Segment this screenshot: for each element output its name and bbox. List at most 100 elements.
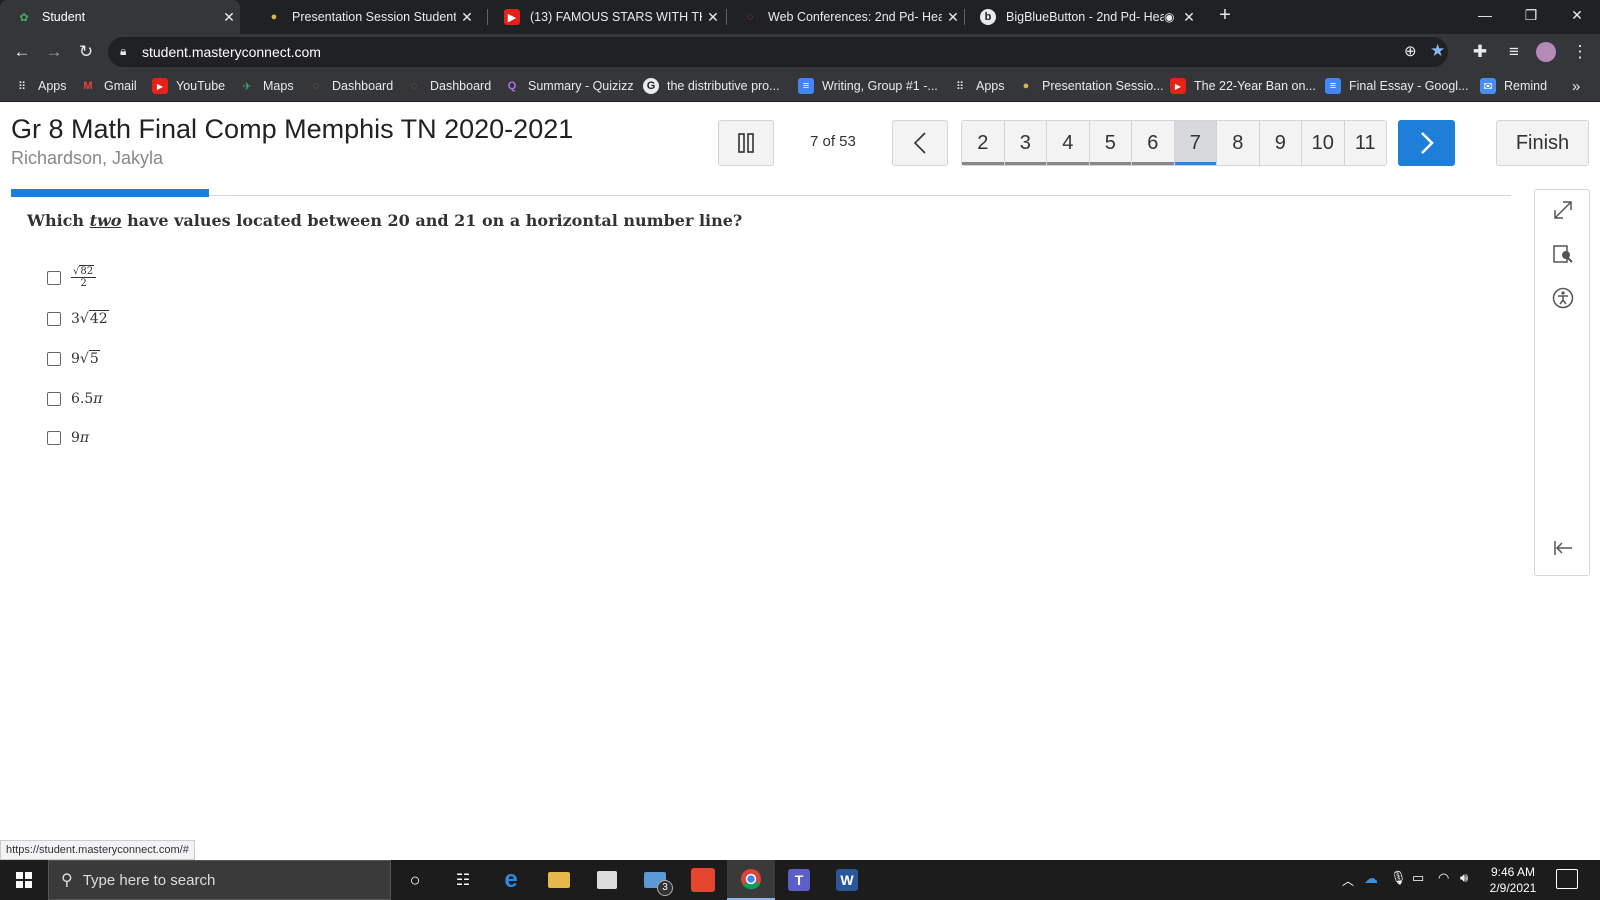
tab-youtube[interactable]: ▶ (13) FAMOUS STARS WITH THEIR ✕ xyxy=(488,0,724,34)
battery-icon[interactable]: ▭ xyxy=(1412,870,1424,886)
search-icon: ⚲ xyxy=(61,872,73,889)
forward-icon[interactable]: → xyxy=(40,38,68,66)
bookmark-remind[interactable]: ✉ Remind xyxy=(1480,70,1547,102)
bookmark-youtube[interactable]: ▶ YouTube xyxy=(152,70,225,102)
bookmarks-bar: ⠿ Apps M Gmail ▶ YouTube ✈ Maps ◌ Dashboard ◌… xyxy=(0,70,1600,102)
close-tab-icon[interactable]: ✕ xyxy=(218,9,240,26)
question-text: Which two have values located between 20… xyxy=(27,211,743,230)
bookmark-maps[interactable]: ✈ Maps xyxy=(239,70,293,102)
onedrive-icon[interactable]: ☁ xyxy=(1364,870,1378,887)
pause-button[interactable] xyxy=(718,120,774,166)
page-title: Gr 8 Math Final Comp Memphis TN 2020-202… xyxy=(11,114,574,144)
menu-kebab-icon[interactable]: ⋮ xyxy=(1566,38,1594,66)
tray-overflow-icon[interactable]: ︿ xyxy=(1342,872,1354,889)
answer-choice[interactable]: 9√5 xyxy=(47,350,100,367)
chrome-icon[interactable] xyxy=(727,860,775,900)
expand-icon[interactable] xyxy=(1549,196,1577,224)
answer-checkbox[interactable] xyxy=(47,352,61,366)
answer-checkbox[interactable] xyxy=(47,270,61,285)
mail-icon[interactable]: 3 xyxy=(631,860,679,900)
page-button-3[interactable]: 3 xyxy=(1004,121,1047,165)
tab-title: Student xyxy=(42,10,86,24)
answer-checkbox[interactable] xyxy=(47,312,61,326)
bookmark-presentation[interactable]: ● Presentation Sessio... xyxy=(1018,70,1164,102)
edge-icon[interactable]: e xyxy=(487,860,535,900)
bookmarks-overflow-icon[interactable]: » xyxy=(1572,70,1580,102)
canvas-icon: ◌ xyxy=(312,80,320,92)
minimize-icon[interactable]: — xyxy=(1462,0,1508,30)
answer-choice[interactable]: 6.5π xyxy=(47,391,102,407)
accessibility-icon[interactable] xyxy=(1549,284,1577,312)
answer-choice[interactable]: 3√42 xyxy=(47,310,109,327)
emphasized-word: two xyxy=(89,211,122,230)
bookmark-distributive[interactable]: Gthe distributive pro... xyxy=(643,70,780,102)
media-control-icon[interactable]: ≡ xyxy=(1500,38,1528,66)
task-view-icon[interactable]: ☷ xyxy=(439,860,487,900)
bookmark-dashboard-2[interactable]: ◌ Dashboard xyxy=(406,70,491,102)
page-button-9[interactable]: 9 xyxy=(1260,121,1302,165)
store-icon[interactable] xyxy=(583,860,631,900)
remind-icon: ✉ xyxy=(1480,78,1496,94)
windows-start-icon[interactable] xyxy=(0,860,48,900)
close-tab-icon[interactable]: ✕ xyxy=(456,9,478,26)
tab-presentation[interactable]: ● Presentation Session Student ✕ xyxy=(250,0,478,34)
apps-grid-icon: ⠿ xyxy=(17,80,27,93)
page-button-6[interactable]: 6 xyxy=(1132,121,1175,165)
bookmark-quizizz[interactable]: Q Summary - Quizizz xyxy=(504,70,634,102)
previous-button[interactable] xyxy=(892,120,948,166)
back-icon[interactable]: ← xyxy=(8,38,36,66)
zoom-icon[interactable]: ⊕ xyxy=(1404,42,1417,60)
tab-web-conferences[interactable]: ◌ Web Conferences: 2nd Pd- Health ✕ xyxy=(726,0,964,34)
next-button[interactable] xyxy=(1398,120,1455,166)
notifications-icon[interactable] xyxy=(1556,869,1578,889)
tab-bigbluebutton[interactable]: b BigBlueButton - 2nd Pd- Hea ◉ ✕ xyxy=(964,0,1200,34)
collapse-panel-icon[interactable] xyxy=(1549,534,1577,562)
bookmark-star-icon[interactable]: ★ xyxy=(1430,41,1445,61)
answer-checkbox[interactable] xyxy=(47,392,61,406)
page-button-7[interactable]: 7 xyxy=(1174,121,1217,165)
page-button-4[interactable]: 4 xyxy=(1047,121,1090,165)
file-explorer-icon[interactable] xyxy=(535,860,583,900)
close-tab-icon[interactable]: ✕ xyxy=(702,9,724,26)
page-button-5[interactable]: 5 xyxy=(1089,121,1132,165)
tab-student[interactable]: ✿ Student ✕ xyxy=(0,0,240,34)
wifi-icon[interactable]: ◠ xyxy=(1438,870,1449,886)
teams-icon[interactable]: T xyxy=(775,860,823,900)
bookmark-final-essay[interactable]: ≡ Final Essay - Googl... xyxy=(1325,70,1469,102)
answer-checkbox[interactable] xyxy=(47,431,61,445)
close-window-icon[interactable]: ✕ xyxy=(1554,0,1600,30)
bookmark-writing[interactable]: ≡ Writing, Group #1 -... xyxy=(798,70,938,102)
progress-track xyxy=(11,195,1511,196)
page-button-11[interactable]: 11 xyxy=(1345,121,1387,165)
magnifier-icon[interactable] xyxy=(1549,240,1577,268)
taskbar-clock[interactable]: 9:46 AM 2/9/2021 xyxy=(1478,864,1548,896)
page-button-10[interactable]: 10 xyxy=(1302,121,1345,165)
close-tab-icon[interactable]: ✕ xyxy=(1178,9,1200,26)
canvas-app-icon[interactable] xyxy=(679,860,727,900)
bookmark-apps-2[interactable]: ⠿ Apps xyxy=(952,70,1005,102)
volume-icon[interactable]: 🔊︎ xyxy=(1460,870,1468,886)
apps-grid-icon: ⠿ xyxy=(955,80,965,93)
new-tab-icon[interactable]: + xyxy=(1212,4,1238,30)
profile-avatar[interactable] xyxy=(1532,38,1560,66)
finish-button[interactable]: Finish xyxy=(1496,120,1589,166)
answer-choice[interactable]: 9π xyxy=(47,430,89,446)
microphone-icon[interactable]: 🎙︎ xyxy=(1390,870,1407,886)
bookmark-apps[interactable]: ⠿ Apps xyxy=(14,70,67,102)
reload-icon[interactable]: ↻ xyxy=(72,38,100,66)
restore-icon[interactable]: ❐ xyxy=(1508,0,1554,30)
answer-choice[interactable]: √82 2 xyxy=(47,265,97,289)
address-bar[interactable]: 🔒︎ student.masteryconnect.com ⊕ ★ xyxy=(108,37,1448,67)
close-tab-icon[interactable]: ✕ xyxy=(942,9,964,26)
taskbar-search-input[interactable]: ⚲ Type here to search xyxy=(48,860,391,900)
bookmark-22-year-ban[interactable]: ▶ The 22-Year Ban on... xyxy=(1170,70,1316,102)
page-button-2[interactable]: 2 xyxy=(962,121,1005,165)
extensions-icon[interactable]: ✚ xyxy=(1466,38,1494,66)
cortana-icon[interactable]: ○ xyxy=(391,860,439,900)
maps-icon: ✈ xyxy=(242,80,252,93)
google-icon: G xyxy=(643,78,659,94)
bookmark-gmail[interactable]: M Gmail xyxy=(80,70,136,102)
page-button-8[interactable]: 8 xyxy=(1217,121,1260,165)
bookmark-dashboard-1[interactable]: ◌ Dashboard xyxy=(308,70,393,102)
word-icon[interactable]: W xyxy=(823,860,871,900)
